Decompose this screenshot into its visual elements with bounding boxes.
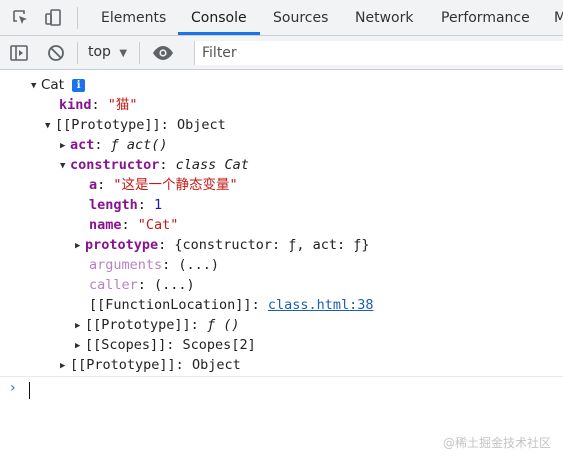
property-act[interactable]: ▶ act: ƒ act() [60, 135, 168, 155]
tab-performance[interactable]: Performance [441, 0, 530, 35]
tab-more[interactable]: M [554, 0, 563, 35]
property-caller[interactable]: caller: (...) [89, 275, 195, 295]
property-kind: kind: "猫" [59, 97, 138, 113]
property-prototype[interactable]: ▶ prototype: {constructor: ƒ, act: ƒ} [75, 235, 370, 255]
toolbar-divider [77, 7, 78, 29]
expand-triangle-icon[interactable]: ▼ [45, 116, 55, 136]
console-output: ▼ Cat i kind: "猫" ▼ [[Prototype]]: Object … [0, 70, 563, 463]
toolbar-divider [77, 42, 78, 64]
property-outer-prototype[interactable]: ▶ [[Prototype]]: Object [60, 355, 241, 375]
chevron-down-icon: ▼ [119, 48, 128, 59]
context-selector[interactable]: top ▼ [88, 41, 127, 63]
watermark: @稀土掘金技术社区 [442, 436, 551, 450]
tab-console[interactable]: Console [191, 0, 247, 35]
collapse-triangle-icon[interactable]: ▶ [60, 356, 70, 376]
property-name: name: "Cat" [89, 217, 179, 233]
context-selector-label: top [88, 44, 111, 60]
object-class-label: Cat [41, 77, 64, 93]
collapse-triangle-icon[interactable]: ▶ [60, 136, 70, 156]
toolbar-divider [139, 42, 140, 64]
tab-sources[interactable]: Sources [273, 0, 328, 35]
expand-triangle-icon[interactable]: ▼ [60, 156, 70, 176]
info-icon[interactable]: i [72, 79, 86, 92]
live-expression-eye-icon[interactable] [152, 43, 173, 63]
sidebar-toggle-icon[interactable] [9, 43, 29, 63]
collapse-triangle-icon[interactable]: ▶ [75, 316, 85, 336]
tab-network[interactable]: Network [355, 0, 413, 35]
console-prompt-divider [0, 376, 563, 377]
property-length: length: 1 [89, 197, 163, 213]
device-toggle-icon[interactable] [44, 8, 64, 28]
source-location-link[interactable]: class.html:38 [268, 297, 374, 313]
prompt-chevron-icon: › [10, 380, 16, 396]
property-constructor[interactable]: ▼ constructor: class Cat [60, 155, 249, 175]
console-toolbar: top ▼ [0, 36, 563, 70]
console-prompt[interactable]: › [0, 378, 563, 402]
expand-triangle-icon[interactable]: ▼ [31, 76, 41, 96]
property-prototype-object[interactable]: ▼ [[Prototype]]: Object [45, 115, 226, 135]
property-function-location: [[FunctionLocation]]: class.html:38 [89, 297, 374, 313]
active-tab-indicator [178, 32, 260, 35]
devtools-tab-bar: Elements Console Sources Network Perform… [0, 0, 563, 36]
property-scopes[interactable]: ▶ [[Scopes]]: Scopes[2] [75, 335, 256, 355]
property-a: a: "这是一个静态变量" [89, 177, 238, 193]
property-arguments[interactable]: arguments: (...) [89, 255, 219, 275]
text-caret [29, 382, 30, 399]
inspect-element-icon[interactable] [11, 8, 31, 28]
tree-root-cat[interactable]: ▼ Cat i [31, 75, 86, 96]
collapse-triangle-icon[interactable]: ▶ [75, 236, 85, 256]
property-inner-prototype[interactable]: ▶ [[Prototype]]: ƒ () [75, 315, 239, 335]
tab-elements[interactable]: Elements [101, 0, 166, 35]
clear-console-icon[interactable] [46, 43, 66, 63]
filter-input[interactable] [194, 41, 563, 65]
collapse-triangle-icon[interactable]: ▶ [75, 336, 85, 356]
